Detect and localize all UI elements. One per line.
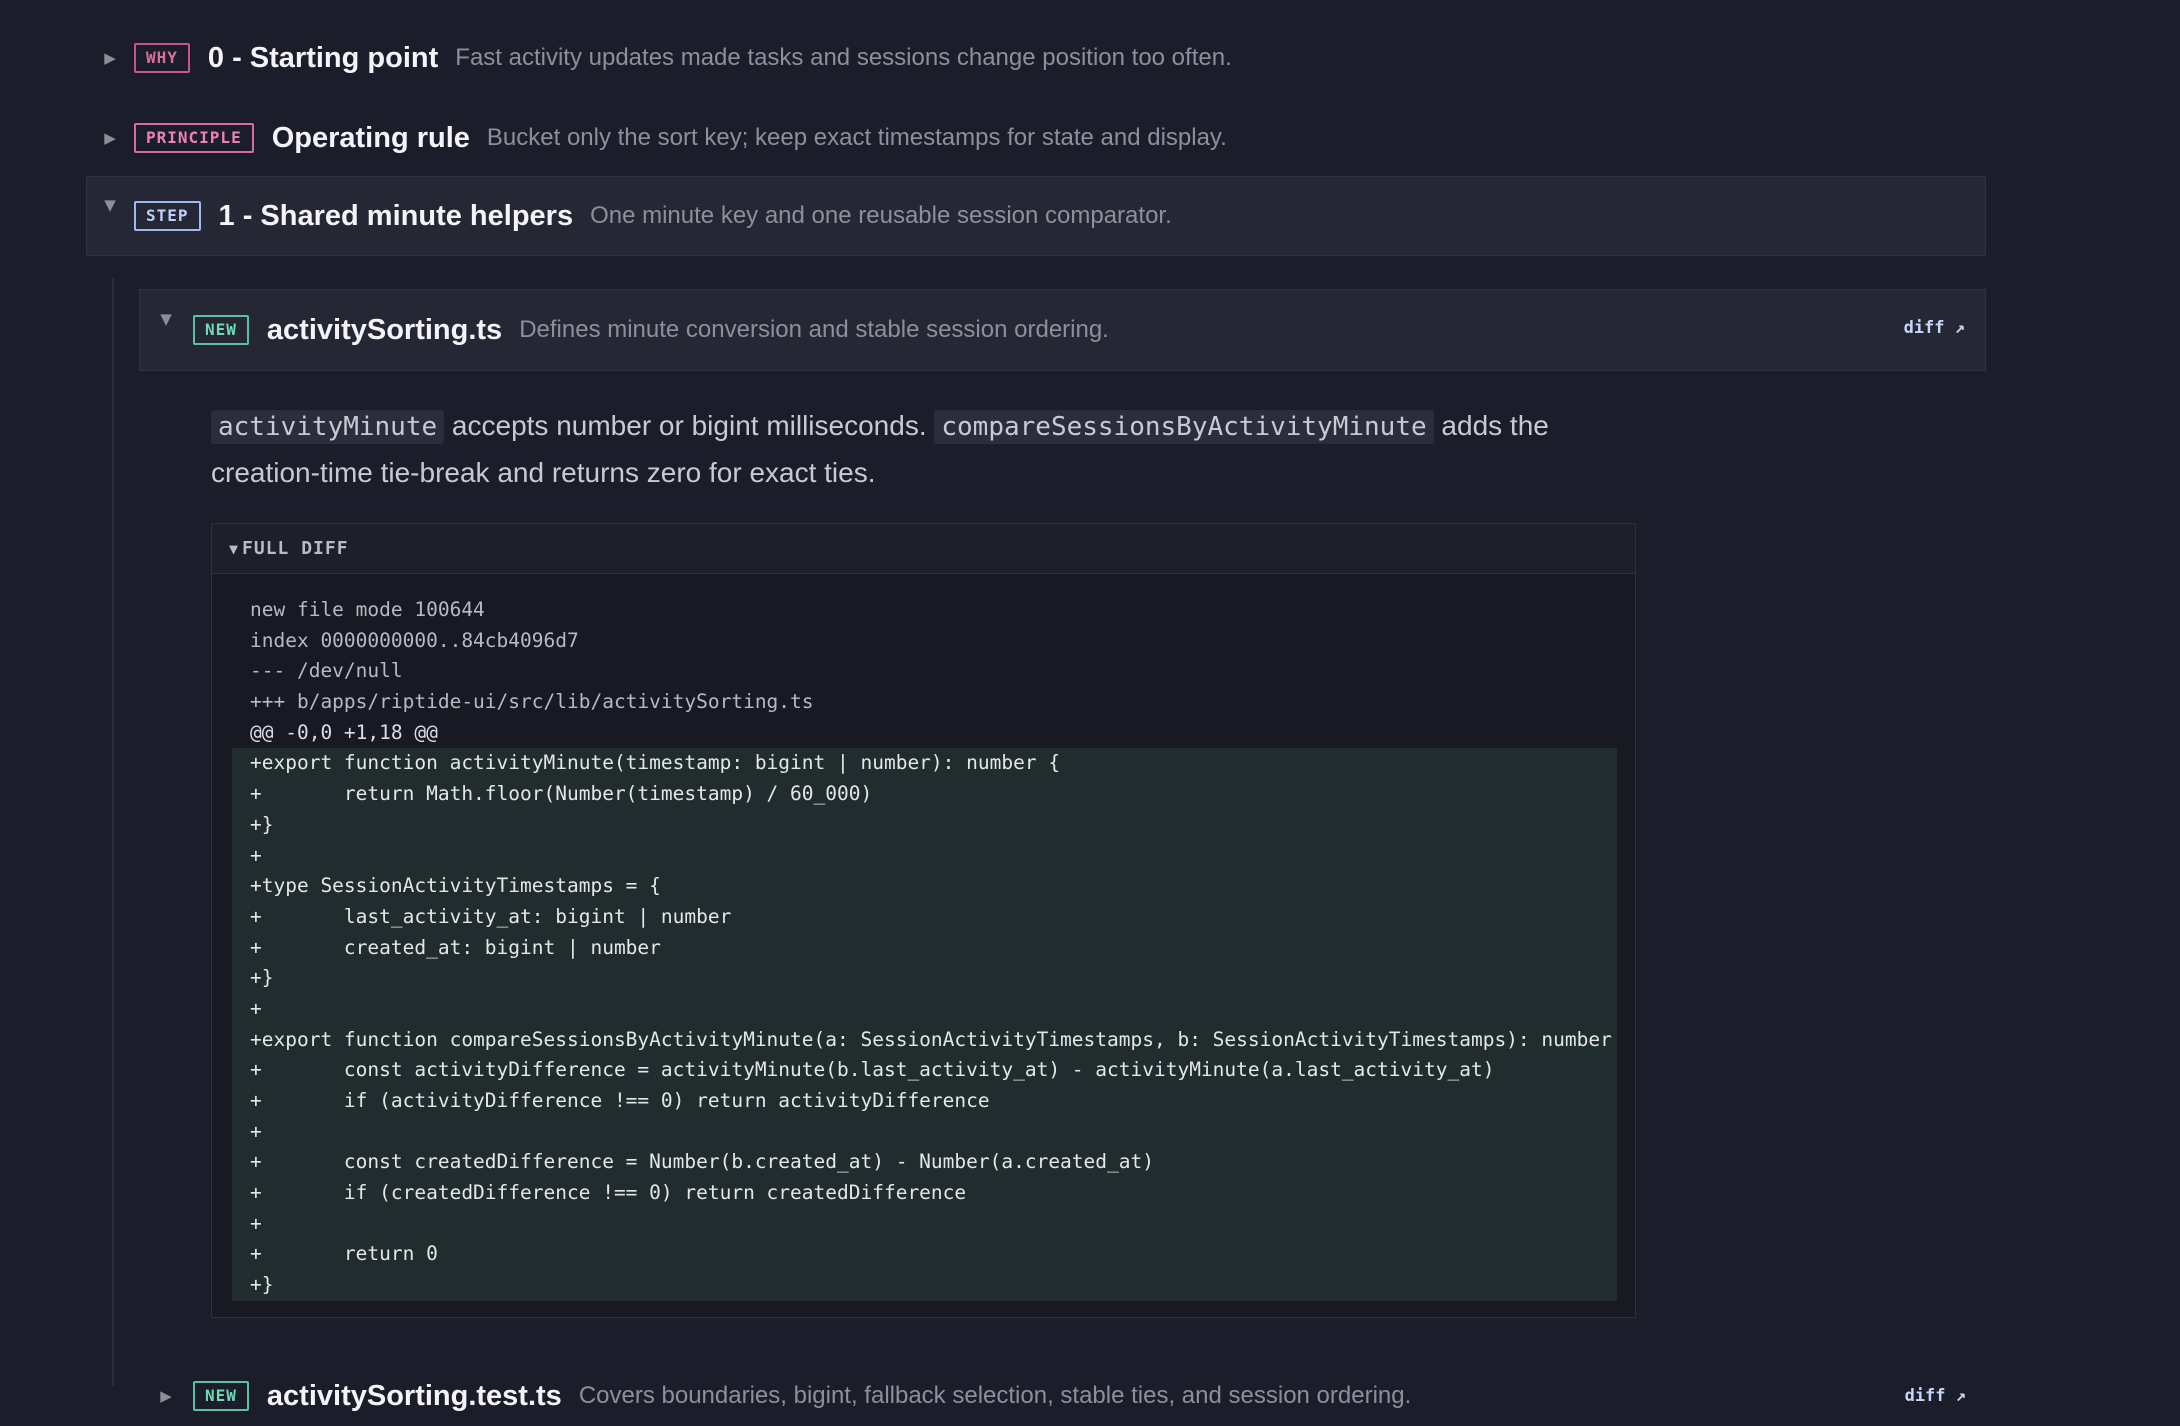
file-header[interactable]: ▼ NEW activitySorting.ts Defines minute …: [139, 306, 1839, 354]
full-diff-label: FULL DIFF: [242, 538, 349, 559]
diff-added-line: +: [232, 1116, 1617, 1148]
badge-why: WHY: [134, 43, 190, 73]
badge-step: STEP: [134, 201, 201, 231]
description-text: accepts number or bigint milliseconds.: [444, 410, 935, 441]
section-principle[interactable]: ▶ PRINCIPLE Operating rule Bucket only t…: [86, 114, 1986, 162]
diff-link[interactable]: diff ↗: [1905, 1386, 1966, 1406]
diff-added-line: + if (createdDifference !== 0) return cr…: [232, 1178, 1617, 1209]
diff-link[interactable]: diff ↗: [1904, 318, 1965, 338]
section-title: 1 - Shared minute helpers: [218, 199, 574, 232]
section-subtitle: One minute key and one reusable session …: [590, 202, 1172, 229]
diff-hunk-header: @@ -0,0 +1,18 @@: [250, 720, 438, 744]
chevron-right-icon[interactable]: ▶: [86, 129, 134, 147]
diff-added-line: + created_at: bigint | number: [232, 932, 1617, 964]
full-diff-toggle[interactable]: ▼ FULL DIFF: [212, 524, 1635, 574]
diff-meta-line: --- /dev/null: [250, 659, 403, 683]
badge-new: NEW: [193, 315, 249, 345]
inline-code: compareSessionsByActivityMinute: [934, 410, 1434, 444]
diff-meta-line: +++ b/apps/riptide-ui/src/lib/activitySo…: [250, 690, 814, 714]
file-subtitle: Defines minute conversion and stable ses…: [519, 316, 1109, 343]
section-title: 0 - Starting point: [207, 41, 439, 74]
section-why[interactable]: ▶ WHY 0 - Starting point Fast activity u…: [86, 34, 1986, 82]
chevron-down-icon[interactable]: ▼: [86, 196, 134, 214]
diff-code: new file mode 100644 index 0000000000..84…: [232, 595, 1617, 1301]
chevron-down-icon[interactable]: ▼: [139, 310, 193, 328]
diff-added-line: +}: [232, 963, 1617, 994]
tree-guide-line: [112, 278, 114, 1386]
diff-added-line: +type SessionActivityTimestamps = {: [232, 871, 1617, 902]
file-name: activitySorting.ts: [266, 313, 503, 346]
file-header-next[interactable]: ▶ NEW activitySorting.test.ts Covers bou…: [139, 1366, 1986, 1426]
diff-added-line: +}: [232, 809, 1617, 841]
section-step[interactable]: ▼ STEP 1 - Shared minute helpers One min…: [86, 192, 1986, 240]
diff-added-line: + return 0: [232, 1239, 1617, 1271]
diff-added-line: + const createdDifference = Number(b.cre…: [232, 1147, 1617, 1179]
triangle-down-icon: ▼: [229, 539, 240, 558]
diff-added-line: +export function compareSessionsByActivi…: [232, 1024, 1617, 1056]
chevron-right-icon[interactable]: ▶: [139, 1387, 193, 1405]
chevron-right-icon[interactable]: ▶: [86, 49, 134, 67]
file-description: activityMinute accepts number or bigint …: [211, 403, 1661, 496]
diff-added-line: +: [232, 993, 1617, 1025]
diff-added-line: +: [232, 1208, 1617, 1240]
diff-added-line: + const activityDifference = activityMin…: [232, 1055, 1617, 1086]
file-name: activitySorting.test.ts: [266, 1379, 562, 1412]
diff-meta-line: new file mode 100644: [250, 598, 485, 621]
inline-code: activityMinute: [211, 410, 445, 444]
badge-principle: PRINCIPLE: [134, 123, 254, 153]
diff-added-line: +export function activityMinute(timestam…: [232, 748, 1617, 780]
full-diff-panel: ▼ FULL DIFF new file mode 100644 index 00…: [211, 523, 1636, 1318]
diff-added-line: +: [232, 840, 1617, 872]
section-subtitle: Bucket only the sort key; keep exact tim…: [486, 124, 1227, 151]
diff-added-line: + return Math.floor(Number(timestamp) / …: [232, 779, 1617, 810]
diff-meta-line: index 0000000000..84cb4096d7: [250, 628, 579, 652]
section-subtitle: Fast activity updates made tasks and ses…: [455, 44, 1232, 71]
diff-added-line: + if (activityDifference !== 0) return a…: [232, 1086, 1617, 1117]
diff-added-line: +}: [232, 1270, 1617, 1301]
file-subtitle: Covers boundaries, bigint, fallback sele…: [578, 1382, 1412, 1409]
diff-added-line: + last_activity_at: bigint | number: [232, 901, 1617, 933]
section-title: Operating rule: [271, 121, 470, 154]
